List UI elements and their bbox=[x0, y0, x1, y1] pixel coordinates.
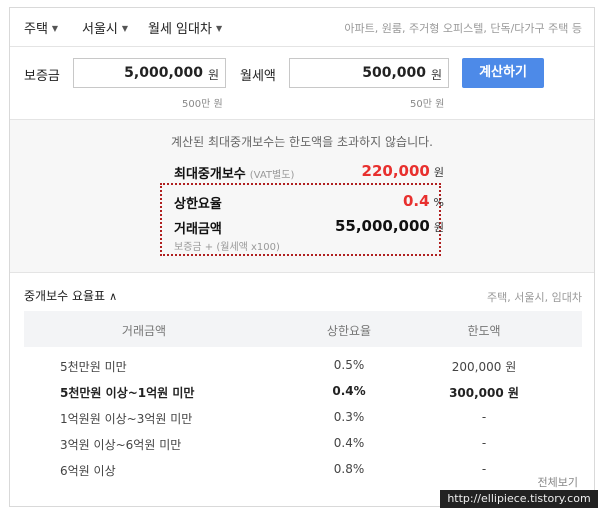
row-rate: 0.3% bbox=[333, 410, 365, 424]
rent-value: 500,000 bbox=[362, 65, 426, 81]
amount-label: 거래금액 bbox=[174, 222, 222, 237]
deposit-unit: 원 bbox=[207, 68, 219, 82]
row-range: 1억원원 이상~3억원 미만 bbox=[60, 412, 193, 426]
rent-hint: 50만 원 bbox=[410, 99, 445, 110]
row-range: 5천만원 미만 bbox=[60, 360, 127, 374]
row-rate: 0.4% bbox=[332, 384, 366, 398]
rate-label: 상한요율 bbox=[174, 197, 222, 212]
row-rate: 0.4% bbox=[333, 436, 365, 450]
chevron-down-icon: ▼ bbox=[51, 24, 59, 33]
vat-note: (VAT별도) bbox=[249, 170, 295, 181]
property-type-label: 주택 bbox=[24, 22, 48, 37]
category-description: 아파트, 원룸, 주거형 오피스텔, 단독/다가구 주택 등 bbox=[344, 22, 582, 35]
rent-unit: 원 bbox=[430, 68, 442, 82]
row-range: 6억원 이상 bbox=[60, 464, 116, 478]
amount-formula: 보증금 + (월세액 x100) bbox=[174, 242, 280, 253]
max-fee-value-group: 220,000 원 bbox=[362, 162, 444, 180]
result-message: 계산된 최대중개보수는 한도액을 초과하지 않습니다. bbox=[171, 135, 433, 149]
table-row: 6억원 이상 0.8% - bbox=[24, 458, 582, 484]
region-dropdown[interactable]: 서울시 ▼ bbox=[82, 18, 128, 37]
deposit-value: 5,000,000 bbox=[124, 65, 203, 81]
rate-value-group: 0.4% bbox=[403, 192, 444, 210]
table-row: 5천만원 이상~1억원 미만 0.4% 300,000 원 bbox=[24, 380, 582, 406]
row-rate: 0.5% bbox=[333, 358, 365, 372]
row-limit: - bbox=[481, 410, 487, 424]
rate-table-title: 중개보수 요율표 bbox=[24, 289, 106, 303]
watermark: http://ellipiece.tistory.com bbox=[440, 490, 598, 508]
row-rate: 0.8% bbox=[333, 462, 365, 476]
row-limit: - bbox=[481, 462, 487, 476]
max-fee-label: 최대중개보수 bbox=[174, 167, 246, 182]
property-type-dropdown[interactable]: 주택 ▼ bbox=[24, 18, 58, 37]
contract-type-dropdown[interactable]: 월세 임대차 ▼ bbox=[148, 18, 222, 37]
row-limit: 200,000 원 bbox=[451, 360, 517, 374]
broker-fee-calculator: 주택 ▼ 서울시 ▼ 월세 임대차 ▼ 아파트, 원룸, 주거형 오피스텔, 단독/다… bbox=[9, 7, 598, 508]
header-amount: 거래금액 bbox=[121, 324, 167, 338]
rate-table-header: 거래금액 상한요율 한도액 bbox=[24, 311, 582, 347]
amount-value: 55,000,000 bbox=[334, 217, 430, 235]
rate-unit: % bbox=[433, 196, 444, 209]
view-all-link[interactable]: 전체보기 bbox=[538, 474, 578, 490]
header-rate: 상한요율 bbox=[326, 324, 372, 338]
chevron-down-icon: ▼ bbox=[121, 24, 129, 33]
rent-label: 월세액 bbox=[240, 69, 276, 84]
row-range: 5천만원 이상~1억원 미만 bbox=[60, 386, 195, 400]
amount-value-group: 55,000,000 원 bbox=[335, 217, 444, 235]
rate-value: 0.4 bbox=[402, 192, 430, 210]
max-fee-unit: 원 bbox=[433, 166, 444, 179]
contract-type-label: 월세 임대차 bbox=[148, 22, 212, 37]
rent-field[interactable]: 500,000 원 bbox=[289, 58, 449, 88]
max-fee-value: 220,000 bbox=[361, 162, 430, 180]
deposit-label: 보증금 bbox=[24, 69, 60, 84]
filter-bar: 주택 ▼ 서울시 ▼ 월세 임대차 ▼ 아파트, 원룸, 주거형 오피스텔, 단독/다… bbox=[10, 8, 594, 47]
calculate-button[interactable]: 계산하기 bbox=[462, 58, 544, 88]
table-row: 5천만원 미만 0.5% 200,000 원 bbox=[24, 354, 582, 380]
result-panel: 계산된 최대중개보수는 한도액을 초과하지 않습니다. 최대중개보수 (VAT별도… bbox=[10, 119, 594, 273]
deposit-field[interactable]: 5,000,000 원 bbox=[73, 58, 226, 88]
table-row: 3억원 이상~6억원 미만 0.4% - bbox=[24, 432, 582, 458]
header-limit: 한도액 bbox=[467, 324, 501, 338]
row-limit: 300,000 원 bbox=[449, 386, 519, 400]
region-label: 서울시 bbox=[82, 22, 118, 37]
amount-unit: 원 bbox=[433, 221, 444, 234]
rate-table-toggle[interactable]: 중개보수 요율표 ∧ bbox=[24, 287, 117, 304]
chevron-up-icon: ∧ bbox=[109, 290, 118, 303]
row-range: 3억원 이상~6억원 미만 bbox=[60, 438, 182, 452]
chevron-down-icon: ▼ bbox=[215, 24, 223, 33]
max-fee-label-group: 최대중개보수 (VAT별도) bbox=[174, 163, 294, 182]
table-row: 1억원원 이상~3억원 미만 0.3% - bbox=[24, 406, 582, 432]
rate-table-tag: 주택, 서울시, 임대차 bbox=[487, 291, 582, 304]
deposit-hint: 500만 원 bbox=[182, 99, 223, 110]
row-limit: - bbox=[481, 436, 487, 450]
